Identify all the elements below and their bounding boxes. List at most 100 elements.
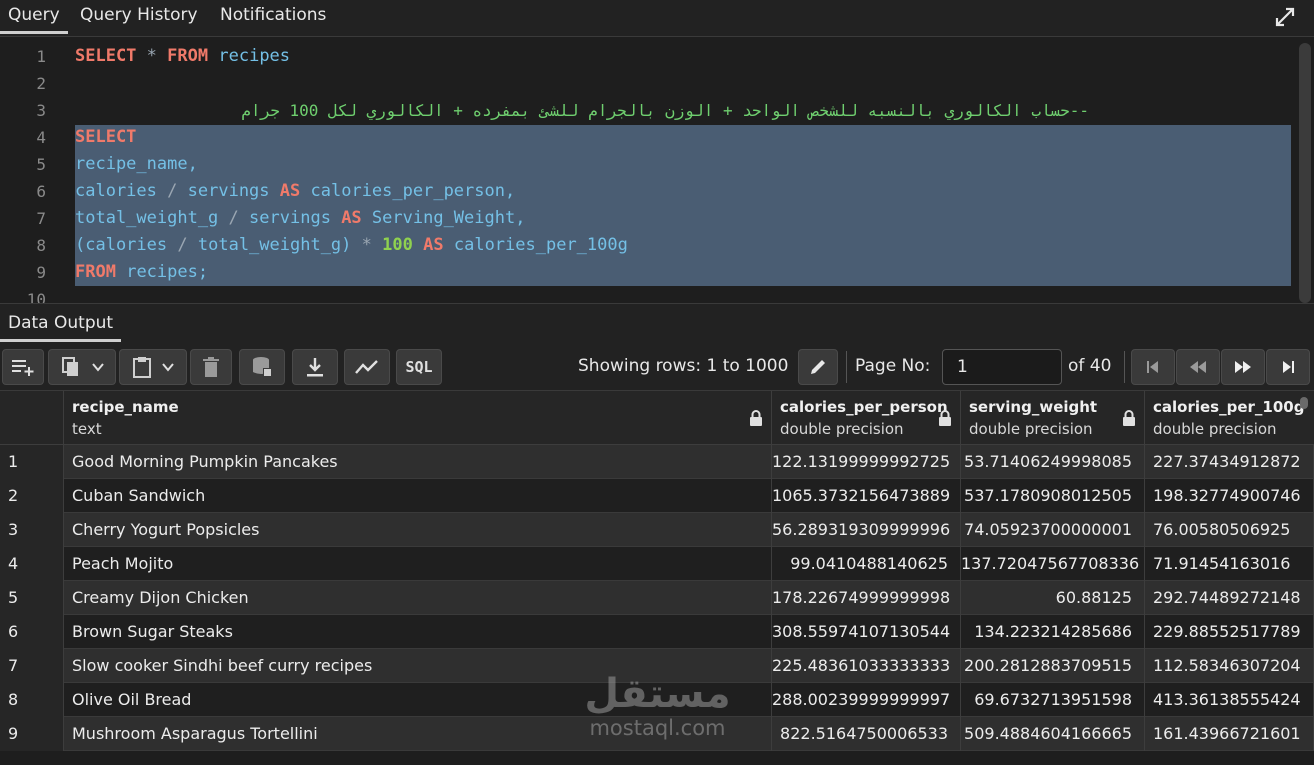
rows-count-label: Showing rows: 1 to 1000 — [578, 356, 789, 376]
sql-button[interactable]: SQL — [396, 349, 442, 385]
code-line-8: (calories / total_weight_g) * 100 AS cal… — [75, 232, 628, 259]
code-line-7: total_weight_g / servings AS Serving_Wei… — [75, 205, 525, 232]
table-row[interactable]: 4 Peach Mojito 99.0410488140625 137.7204… — [0, 547, 1314, 581]
row-number[interactable]: 1 — [0, 445, 64, 479]
cell-serving-weight[interactable]: 53.71406249998085 — [961, 445, 1145, 479]
last-page-button[interactable] — [1266, 349, 1310, 385]
cell-recipe-name[interactable]: Peach Mojito — [64, 547, 772, 581]
toolbar-divider — [846, 351, 847, 383]
cell-serving-weight[interactable]: 134.223214285686 — [961, 615, 1145, 649]
row-number[interactable]: 5 — [0, 581, 64, 615]
row-number-header[interactable] — [0, 391, 64, 445]
tab-notifications[interactable]: Notifications — [212, 0, 334, 34]
cell-calories-per-100g[interactable]: 71.91454163016 — [1145, 547, 1314, 581]
line-number: 8 — [36, 236, 46, 255]
cell-recipe-name[interactable]: Cuban Sandwich — [64, 479, 772, 513]
tab-query[interactable]: Query — [0, 0, 68, 34]
rewind-icon — [1190, 361, 1206, 373]
tab-query-history[interactable]: Query History — [72, 0, 206, 34]
cell-calories-per-100g[interactable]: 227.37434912872 — [1145, 445, 1314, 479]
cell-recipe-name[interactable]: Cherry Yogurt Popsicles — [64, 513, 772, 547]
cell-calories-per-person[interactable]: 288.00239999999997 — [772, 683, 961, 717]
sql-identifier: calories_per_person, — [310, 181, 516, 201]
column-name: calories_per_100g — [1153, 398, 1305, 416]
sql-operator: / — [167, 181, 178, 201]
cell-calories-per-person[interactable]: 822.5164750006533 — [772, 717, 961, 751]
last-page-icon — [1283, 361, 1294, 373]
row-number[interactable]: 6 — [0, 615, 64, 649]
cell-serving-weight[interactable]: 69.6732713951598 — [961, 683, 1145, 717]
mostaql-watermark: مستقل mostaql.com — [575, 672, 740, 752]
row-number[interactable]: 7 — [0, 649, 64, 683]
table-row[interactable]: 1 Good Morning Pumpkin Pancakes 122.1319… — [0, 445, 1314, 479]
table-row[interactable]: 3 Cherry Yogurt Popsicles 56.28931930999… — [0, 513, 1314, 547]
sql-keyword: AS — [423, 235, 444, 255]
column-header-calories-per-person[interactable]: calories_per_person double precision — [772, 391, 961, 445]
add-row-button[interactable] — [2, 349, 44, 385]
cell-calories-per-person[interactable]: 225.48361033333333 — [772, 649, 961, 683]
previous-page-button[interactable] — [1176, 349, 1220, 385]
cell-calories-per-person[interactable]: 122.13199999992725 — [772, 445, 961, 479]
column-header-recipe-name[interactable]: recipe_name text — [64, 391, 772, 445]
sql-identifier: calories — [75, 181, 157, 201]
row-number[interactable]: 9 — [0, 717, 64, 751]
cell-recipe-name[interactable]: Creamy Dijon Chicken — [64, 581, 772, 615]
row-number[interactable]: 8 — [0, 683, 64, 717]
row-number[interactable]: 4 — [0, 547, 64, 581]
page-number-input[interactable] — [942, 349, 1062, 385]
cell-serving-weight[interactable]: 200.2812883709515 — [961, 649, 1145, 683]
next-page-button[interactable] — [1221, 349, 1265, 385]
page-number-label: Page No: — [855, 356, 931, 376]
column-header-serving-weight[interactable]: serving_weight double precision — [961, 391, 1145, 445]
chevron-down-icon[interactable] — [161, 360, 175, 374]
query-tabbar: Query Query History Notifications — [0, 0, 1314, 37]
sql-identifier: total_weight_g — [75, 208, 219, 228]
sql-editor[interactable]: 1 2 3 4 5 6 7 8 9 10 SELECT * FROM recip… — [0, 37, 1314, 303]
cell-calories-per-100g[interactable]: 161.43966721601 — [1145, 717, 1314, 751]
cell-serving-weight[interactable]: 60.88125 — [961, 581, 1145, 615]
row-number[interactable]: 3 — [0, 513, 64, 547]
cell-calories-per-person[interactable]: 56.289319309999996 — [772, 513, 961, 547]
cell-calories-per-person[interactable]: 1065.3732156473889 — [772, 479, 961, 513]
cell-serving-weight[interactable]: 537.1780908012505 — [961, 479, 1145, 513]
row-number[interactable]: 2 — [0, 479, 64, 513]
cell-serving-weight[interactable]: 74.05923700000001 — [961, 513, 1145, 547]
sql-keyword: FROM — [75, 262, 116, 282]
download-button[interactable] — [292, 349, 338, 385]
paste-button[interactable] — [119, 349, 187, 385]
code-area[interactable]: SELECT * FROM recipes --حساب الكالوري با… — [75, 37, 1294, 303]
cell-calories-per-person[interactable]: 178.22674999999998 — [772, 581, 961, 615]
cell-calories-per-100g[interactable]: 292.74489272148 — [1145, 581, 1314, 615]
cell-recipe-name[interactable]: Brown Sugar Steaks — [64, 615, 772, 649]
cell-serving-weight[interactable]: 509.4884604166665 — [961, 717, 1145, 751]
cell-serving-weight[interactable]: 137.72047567708336 — [961, 547, 1145, 581]
cell-calories-per-100g[interactable]: 413.36138555424 — [1145, 683, 1314, 717]
cell-calories-per-person[interactable]: 308.55974107130544 — [772, 615, 961, 649]
table-row[interactable]: 2 Cuban Sandwich 1065.3732156473889 537.… — [0, 479, 1314, 513]
editor-scrollbar[interactable] — [1299, 43, 1311, 303]
cell-calories-per-person[interactable]: 99.0410488140625 — [772, 547, 961, 581]
edit-rows-button[interactable] — [798, 349, 838, 385]
maximize-icon[interactable] — [1274, 6, 1296, 28]
cell-calories-per-100g[interactable]: 229.88552517789 — [1145, 615, 1314, 649]
copy-button[interactable] — [48, 349, 116, 385]
cell-calories-per-100g[interactable]: 76.00580506925 — [1145, 513, 1314, 547]
first-page-button[interactable] — [1131, 349, 1175, 385]
delete-button[interactable] — [190, 349, 232, 385]
code-line-1: SELECT * FROM recipes — [75, 43, 290, 70]
sql-identifier: total_weight_g) — [197, 235, 352, 255]
tab-data-output[interactable]: Data Output — [0, 308, 122, 342]
column-header-calories-per-100g[interactable]: calories_per_100g double precision — [1145, 391, 1314, 445]
save-data-button[interactable] — [239, 349, 285, 385]
code-line-6: calories / servings AS calories_per_pers… — [75, 178, 515, 205]
grid-scrollbar[interactable] — [1300, 397, 1308, 409]
line-number: 9 — [36, 263, 46, 282]
cell-calories-per-100g[interactable]: 112.58346307204 — [1145, 649, 1314, 683]
table-row[interactable]: 5 Creamy Dijon Chicken 178.2267499999999… — [0, 581, 1314, 615]
chevron-down-icon[interactable] — [91, 360, 105, 374]
cell-calories-per-100g[interactable]: 198.32774900746 — [1145, 479, 1314, 513]
graph-visualiser-button[interactable] — [344, 349, 390, 385]
lock-icon — [939, 410, 951, 426]
cell-recipe-name[interactable]: Good Morning Pumpkin Pancakes — [64, 445, 772, 479]
table-row[interactable]: 6 Brown Sugar Steaks 308.55974107130544 … — [0, 615, 1314, 649]
